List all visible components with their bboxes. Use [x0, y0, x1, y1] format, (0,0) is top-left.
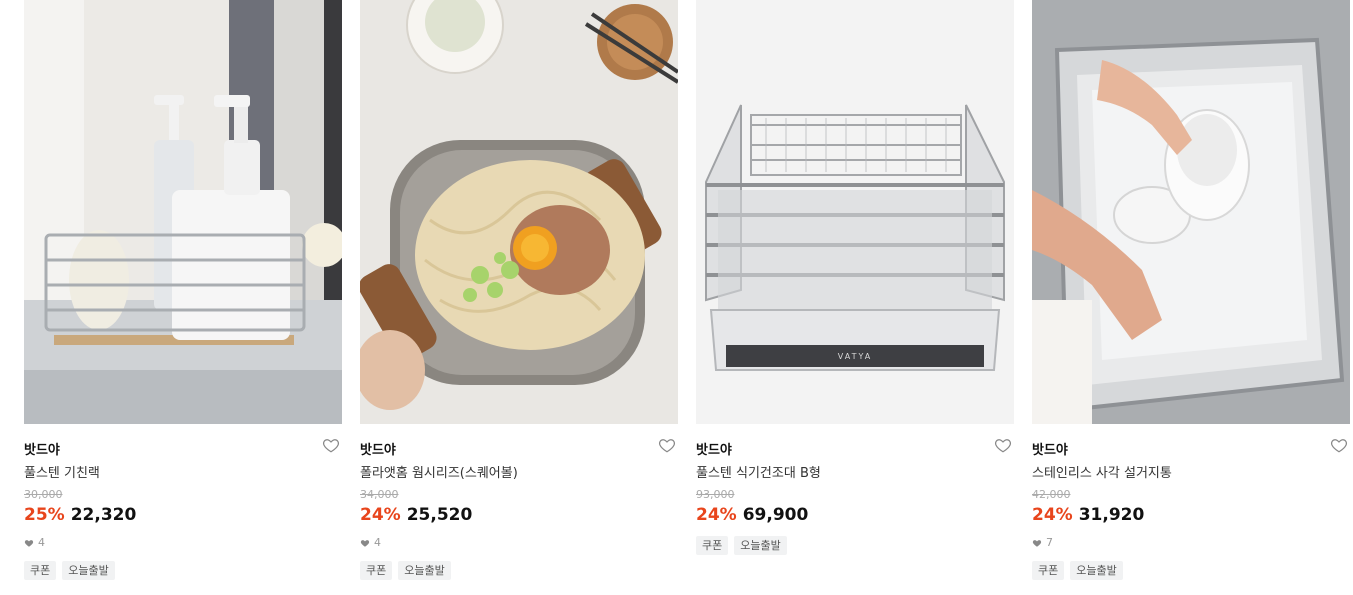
like-count: 4 — [24, 536, 45, 549]
like-count: 4 — [360, 536, 381, 549]
badge-list: 쿠폰 오늘출발 — [1032, 561, 1123, 580]
product-title[interactable]: 스테인리스 사각 설거지통 — [1032, 462, 1172, 481]
same-day-shipping-badge: 오늘출발 — [1070, 561, 1123, 580]
same-day-shipping-badge: 오늘출발 — [398, 561, 451, 580]
heart-filled-icon — [360, 539, 370, 547]
sale-price: 25,520 — [406, 505, 473, 525]
brand-name[interactable]: 밧드야 — [1032, 439, 1068, 458]
product-card[interactable]: 밧드야 풀스텐 기친랙 30,000 25% 22,320 4 쿠폰 오늘출발 — [24, 0, 342, 580]
like-count: 7 — [1032, 536, 1053, 549]
product-image[interactable] — [24, 0, 342, 424]
discount-rate: 24% — [1032, 505, 1073, 525]
heart-filled-icon — [1032, 539, 1042, 547]
badge-list: 쿠폰 오늘출발 — [360, 561, 451, 580]
coupon-badge: 쿠폰 — [24, 561, 57, 580]
price-line: 24% 25,520 — [360, 505, 472, 525]
badge-list: 쿠폰 오늘출발 — [24, 561, 115, 580]
price-line: 24% 31,920 — [1032, 505, 1144, 525]
original-price: 42,000 — [1032, 488, 1071, 501]
product-title[interactable]: 풀스텐 식기건조대 B형 — [696, 462, 821, 481]
price-line: 24% 69,900 — [696, 505, 808, 525]
like-count-value: 7 — [1046, 536, 1053, 549]
sale-price: 22,320 — [70, 505, 137, 525]
product-card[interactable]: VATYA 밧드야 풀스텐 식기건조대 B형 93,000 24% 69,900 … — [696, 0, 1014, 555]
like-count-value: 4 — [38, 536, 45, 549]
heart-filled-icon — [24, 539, 34, 547]
original-price: 93,000 — [696, 488, 735, 501]
sale-price: 31,920 — [1078, 505, 1145, 525]
wishlist-heart-icon[interactable] — [994, 436, 1012, 454]
discount-rate: 24% — [360, 505, 401, 525]
product-card[interactable]: 밧드야 폴라앳홈 웜시리즈(스퀘어볼) 34,000 24% 25,520 4 쿠… — [360, 0, 678, 580]
brand-name[interactable]: 밧드야 — [360, 439, 396, 458]
same-day-shipping-badge: 오늘출발 — [62, 561, 115, 580]
product-image[interactable] — [1032, 0, 1350, 424]
product-image[interactable] — [360, 0, 678, 424]
same-day-shipping-badge: 오늘출발 — [734, 536, 787, 555]
like-count-value: 4 — [374, 536, 381, 549]
badge-list: 쿠폰 오늘출발 — [696, 536, 787, 555]
original-price: 30,000 — [24, 488, 63, 501]
rack-brand-label: VATYA — [838, 352, 872, 361]
wishlist-heart-icon[interactable] — [322, 436, 340, 454]
sale-price: 69,900 — [742, 505, 809, 525]
product-grid: 밧드야 풀스텐 기친랙 30,000 25%22,320 4 쿠폰 오늘출발 — [0, 0, 1353, 595]
product-title[interactable]: 풀스텐 기친랙 — [24, 462, 100, 481]
product-card[interactable]: 밧드야 스테인리스 사각 설거지통 42,000 24% 31,920 7 쿠폰 … — [1032, 0, 1350, 580]
coupon-badge: 쿠폰 — [696, 536, 729, 555]
wishlist-heart-icon[interactable] — [1330, 436, 1348, 454]
brand-name[interactable]: 밧드야 — [696, 439, 732, 458]
coupon-badge: 쿠폰 — [360, 561, 393, 580]
price-line: 25% 22,320 — [24, 505, 136, 525]
product-image[interactable]: VATYA — [696, 0, 1014, 424]
brand-name[interactable]: 밧드야 — [24, 439, 60, 458]
coupon-badge: 쿠폰 — [1032, 561, 1065, 580]
product-title[interactable]: 폴라앳홈 웜시리즈(스퀘어볼) — [360, 462, 518, 481]
original-price: 34,000 — [360, 488, 399, 501]
discount-rate: 24% — [696, 505, 737, 525]
discount-rate: 25% — [24, 505, 65, 525]
wishlist-heart-icon[interactable] — [658, 436, 676, 454]
